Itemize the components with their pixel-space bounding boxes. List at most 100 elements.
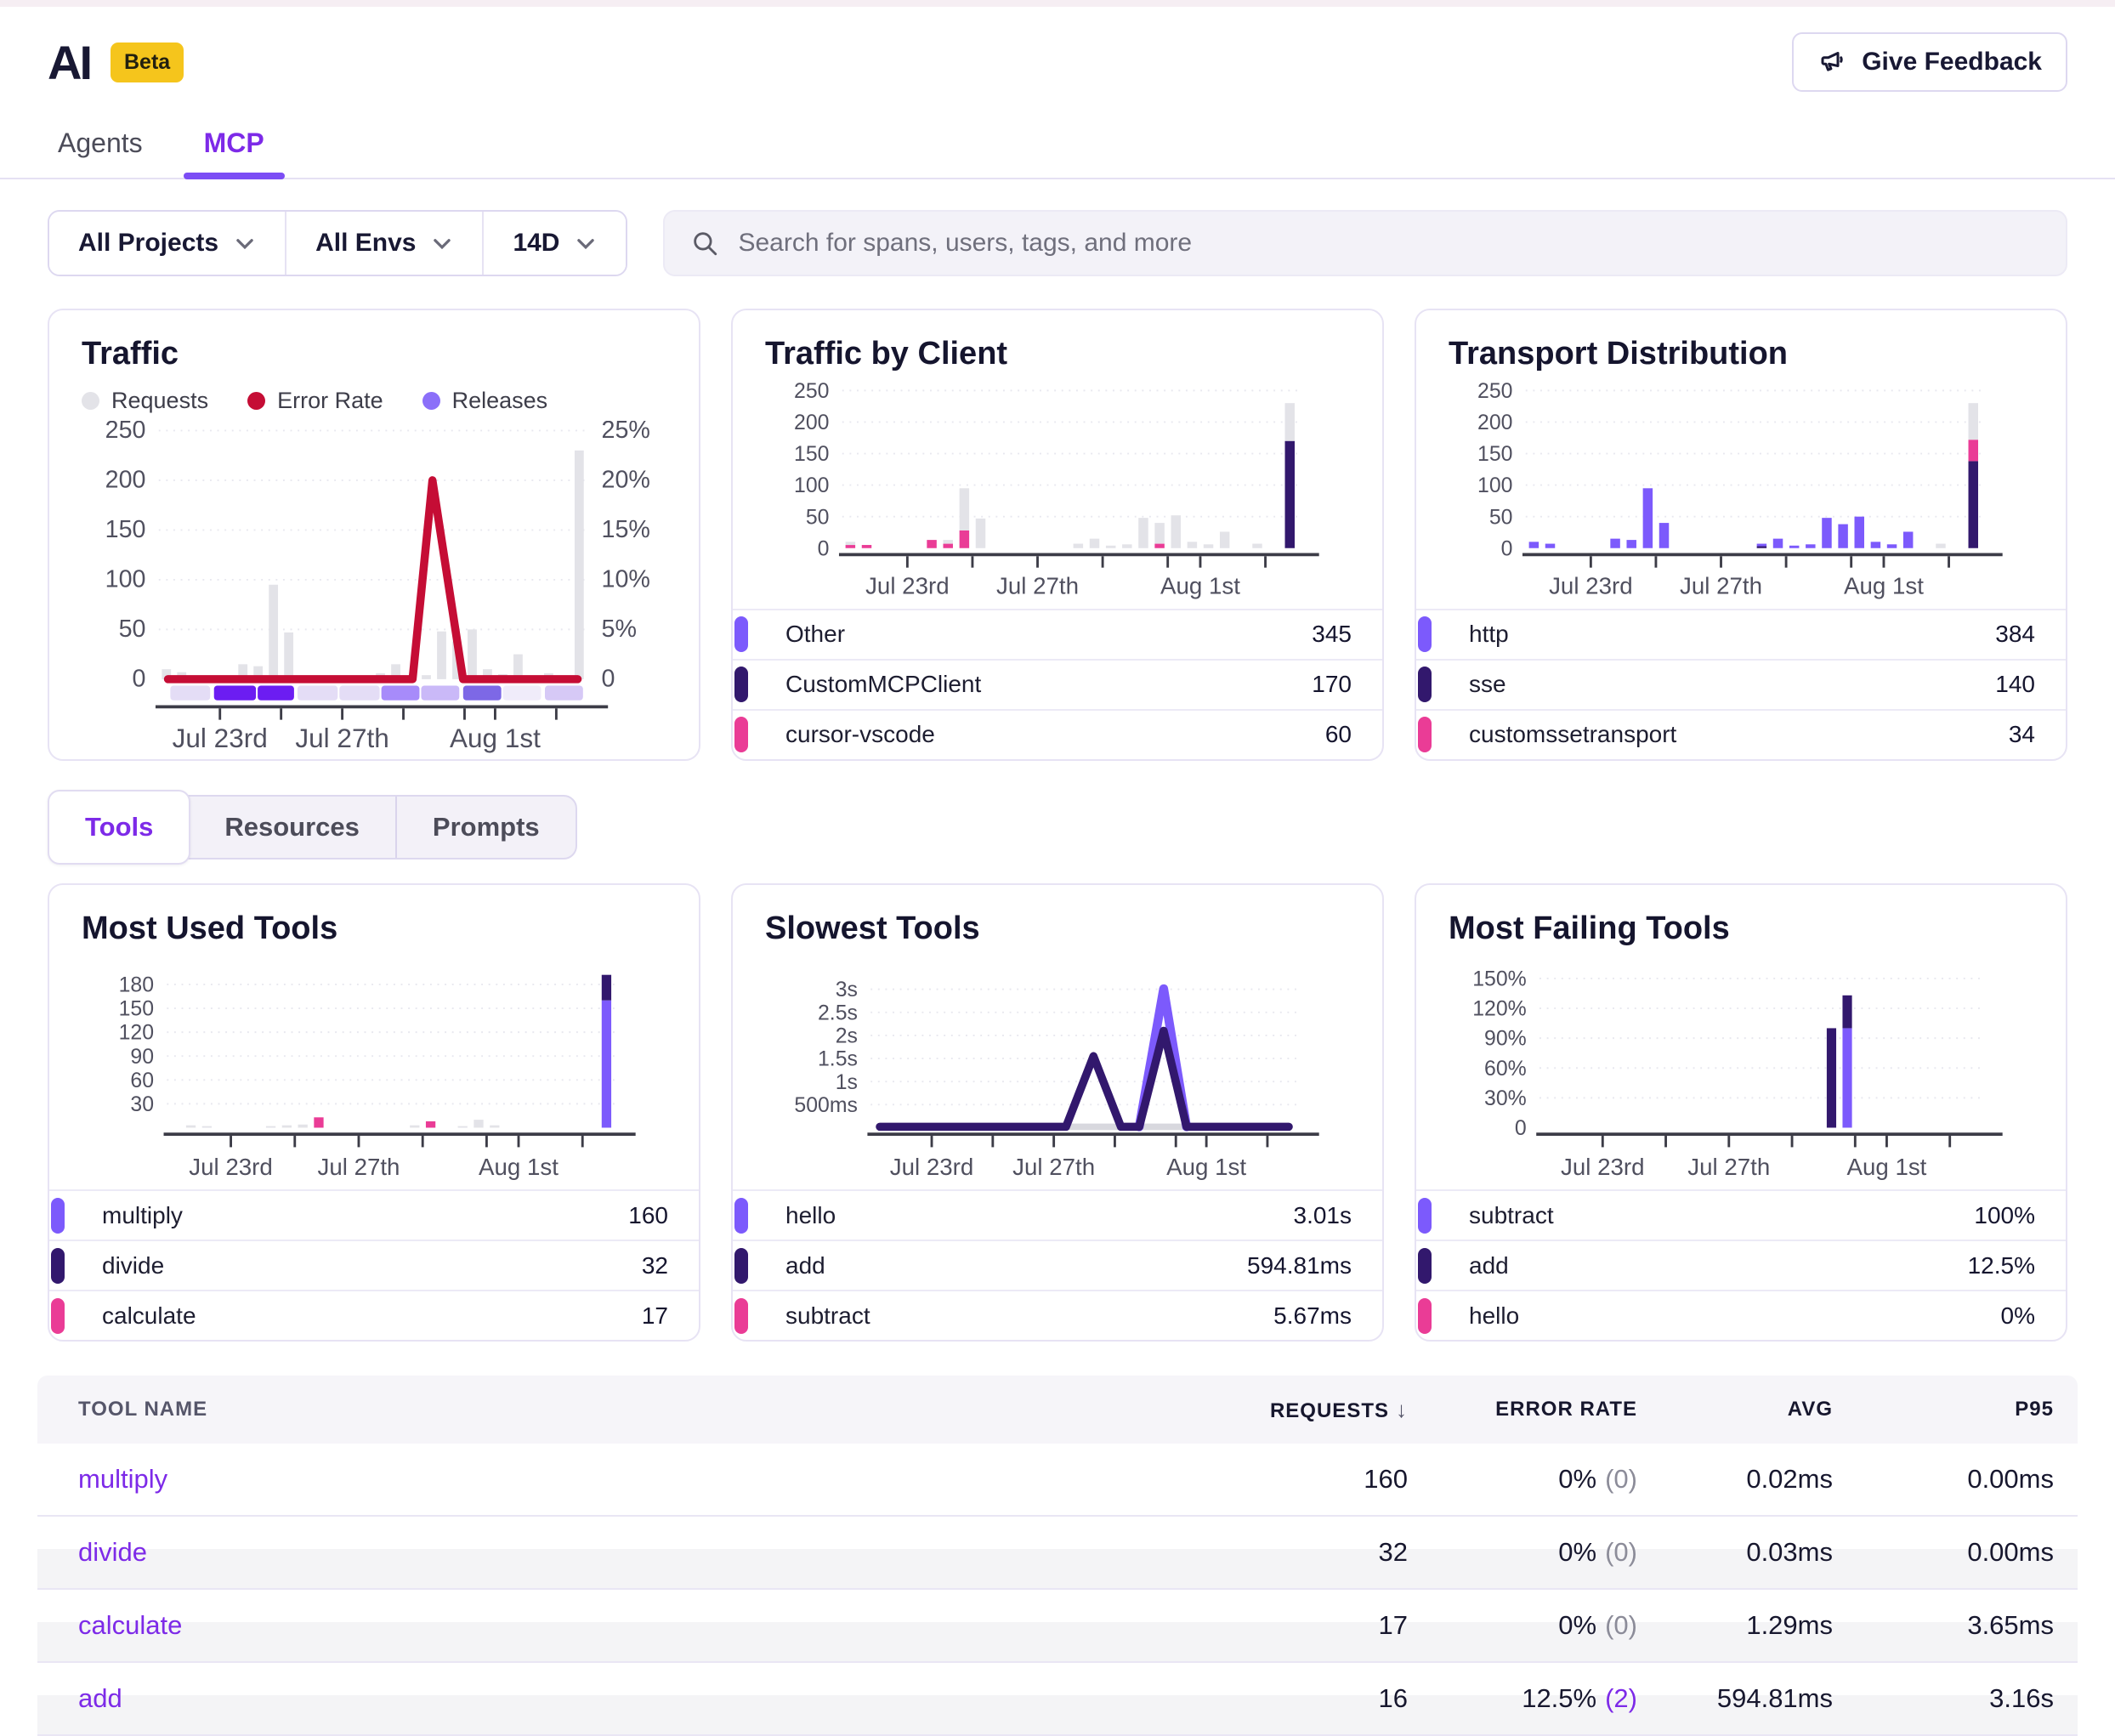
- legend-value: 34: [2009, 721, 2035, 748]
- svg-text:Jul 27th: Jul 27th: [317, 1154, 400, 1180]
- tab-prompts[interactable]: Prompts: [395, 797, 576, 858]
- legend-label: add: [785, 1252, 825, 1279]
- legend-label: customssetransport: [1469, 721, 1676, 748]
- legend-value: 140: [1995, 671, 2035, 698]
- traffic-chart-legend: Requests Error Rate Releases: [82, 388, 666, 414]
- legend-label: cursor-vscode: [785, 721, 935, 748]
- tool-link[interactable]: multiply: [78, 1464, 167, 1494]
- legend-row-other[interactable]: Other345: [733, 609, 1382, 659]
- traffic-card: Traffic Requests Error Rate Releases 050…: [48, 309, 700, 761]
- svg-text:Jul 27th: Jul 27th: [1680, 572, 1762, 599]
- legend-row-customssetransport[interactable]: customssetransport 34: [1416, 709, 2066, 759]
- page-root: AI Beta Give Feedback Agents MCP All Pro…: [0, 7, 2115, 1736]
- legend-label: subtract: [1469, 1202, 1554, 1229]
- svg-text:150: 150: [1477, 443, 1512, 466]
- legend-row-custommcpclient[interactable]: CustomMCPClient170: [733, 659, 1382, 709]
- tab-resources[interactable]: Resources: [189, 797, 395, 858]
- requests-cell: 32: [1153, 1537, 1408, 1568]
- svg-text:100: 100: [105, 566, 146, 593]
- legend-label: sse: [1469, 671, 1506, 698]
- app-logo: AI: [48, 35, 90, 90]
- traffic-chart[interactable]: 05010015020025005%10%15%20%25%Jul 23rdJu…: [82, 421, 666, 756]
- legend-row-divide[interactable]: divide32: [49, 1240, 699, 1290]
- svg-text:Jul 27th: Jul 27th: [1687, 1154, 1770, 1180]
- legend-row-http[interactable]: http384: [1416, 609, 2066, 659]
- traffic-by-client-card: Traffic by Client 050100150200250Jul 23r…: [731, 309, 1384, 761]
- legend-row-calculate[interactable]: calculate17: [49, 1290, 699, 1340]
- search-bar: [663, 210, 2067, 276]
- col-avg[interactable]: AVG: [1637, 1398, 1833, 1421]
- series-color-swatch: [51, 1198, 65, 1234]
- search-input[interactable]: [738, 229, 2040, 258]
- col-p95[interactable]: P95: [1833, 1398, 2054, 1421]
- error-rate-cell: 0%(0): [1408, 1537, 1637, 1568]
- legend-value: 160: [628, 1202, 668, 1229]
- most-failing-tools-chart[interactable]: 030%60%90%120%150%Jul 23rdJul 27thAug 1s…: [1449, 954, 2033, 1183]
- requests-dot: [82, 392, 99, 410]
- svg-text:10%: 10%: [602, 566, 650, 593]
- slowest-tools-chart[interactable]: 500ms1s1.5s2s2.5s3sJul 23rdJul 27thAug 1…: [765, 954, 1350, 1183]
- date-range-dropdown[interactable]: 14D: [484, 212, 626, 275]
- env-filter-dropdown[interactable]: All Envs: [286, 212, 484, 275]
- legend-label: hello: [785, 1202, 836, 1229]
- tab-mcp[interactable]: MCP: [196, 117, 273, 178]
- series-color-swatch: [1418, 1198, 1432, 1234]
- tab-tools[interactable]: Tools: [48, 790, 190, 865]
- transport-distribution-chart[interactable]: 050100150200250Jul 23rdJul 27thAug 1st: [1449, 379, 2033, 602]
- legend-row-add[interactable]: add12.5%: [1416, 1240, 2066, 1290]
- give-feedback-button[interactable]: Give Feedback: [1792, 32, 2067, 92]
- svg-text:200: 200: [1477, 411, 1512, 434]
- svg-text:150: 150: [119, 997, 154, 1020]
- svg-text:15%: 15%: [602, 516, 650, 543]
- tool-link[interactable]: add: [78, 1683, 122, 1713]
- series-color-swatch: [51, 1248, 65, 1284]
- error-count: (0): [1605, 1537, 1637, 1567]
- legend-row-subtract[interactable]: subtract5.67ms: [733, 1290, 1382, 1340]
- svg-text:150: 150: [794, 443, 829, 466]
- legend-row-cursor-vscode[interactable]: cursor-vscode60: [733, 709, 1382, 759]
- slowest-tools-title: Slowest Tools: [765, 911, 1350, 947]
- legend-row-add[interactable]: add594.81ms: [733, 1240, 1382, 1290]
- svg-text:0: 0: [818, 537, 830, 560]
- legend-row-subtract[interactable]: subtract100%: [1416, 1189, 2066, 1240]
- svg-text:60: 60: [130, 1069, 154, 1092]
- legend-item-releases[interactable]: Releases: [422, 388, 548, 414]
- legend-row-hello[interactable]: hello0%: [1416, 1290, 2066, 1340]
- series-color-swatch: [51, 1298, 65, 1334]
- legend-row-multiply[interactable]: multiply160: [49, 1189, 699, 1240]
- legend-row-hello[interactable]: hello3.01s: [733, 1189, 1382, 1240]
- chevron-down-icon: [431, 232, 453, 254]
- traffic-by-client-chart[interactable]: 050100150200250Jul 23rdJul 27thAug 1st: [765, 379, 1350, 602]
- svg-text:180: 180: [119, 973, 154, 996]
- legend-row-sse[interactable]: sse 140: [1416, 659, 2066, 709]
- col-error-rate[interactable]: ERROR RATE: [1408, 1398, 1637, 1421]
- failing-legend-rows: subtract100%add12.5%hello0%: [1416, 1189, 2066, 1340]
- transport-legend-rows: http384 sse 140 customssetransport 34: [1416, 609, 2066, 759]
- legend-label: http: [1469, 621, 1509, 648]
- project-filter-dropdown[interactable]: All Projects: [49, 212, 286, 275]
- svg-text:200: 200: [105, 467, 146, 494]
- svg-text:Jul 23rd: Jul 23rd: [1549, 572, 1633, 599]
- svg-text:Aug 1st: Aug 1st: [1846, 1154, 1926, 1180]
- legend-item-error-rate[interactable]: Error Rate: [247, 388, 383, 414]
- avg-cell: 1.29ms: [1637, 1610, 1833, 1641]
- most-used-tools-card: Most Used Tools 306090120150180Jul 23rdJ…: [48, 883, 700, 1342]
- col-requests[interactable]: REQUESTS↓: [1153, 1397, 1408, 1423]
- error-rate-cell: 12.5%(2): [1408, 1683, 1637, 1714]
- legend-item-requests[interactable]: Requests: [82, 388, 208, 414]
- svg-text:0: 0: [602, 665, 615, 692]
- beta-badge: Beta: [111, 43, 184, 82]
- legend-label: CustomMCPClient: [785, 671, 981, 698]
- svg-text:Aug 1st: Aug 1st: [450, 723, 541, 753]
- tool-link[interactable]: divide: [78, 1537, 147, 1567]
- table-row-multiply: multiply1600%(0)0.02ms0.00ms: [37, 1444, 2078, 1517]
- svg-text:Aug 1st: Aug 1st: [1160, 572, 1240, 599]
- most-failing-tools-card: Most Failing Tools 030%60%90%120%150%Jul…: [1415, 883, 2067, 1342]
- most-used-tools-chart[interactable]: 306090120150180Jul 23rdJul 27thAug 1st: [82, 954, 666, 1183]
- error-count: (0): [1605, 1610, 1637, 1640]
- svg-text:2s: 2s: [836, 1024, 858, 1047]
- table-row-divide: divide320%(0)0.03ms0.00ms: [37, 1517, 2078, 1590]
- tools-table-header: TOOL NAME REQUESTS↓ ERROR RATE AVG P95: [37, 1376, 2078, 1444]
- tab-agents[interactable]: Agents: [49, 117, 151, 178]
- tool-link[interactable]: calculate: [78, 1610, 182, 1640]
